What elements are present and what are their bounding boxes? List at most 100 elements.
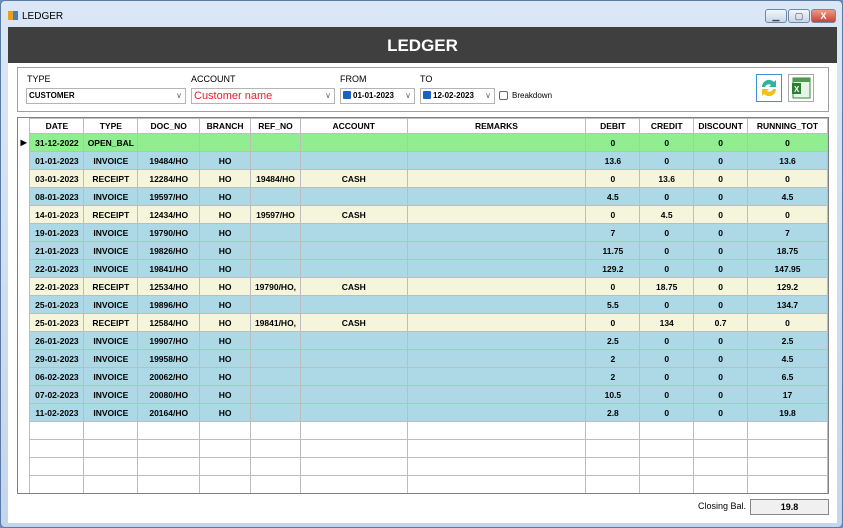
cell-account: CASH: [299, 169, 408, 188]
table-row[interactable]: 14-01-2023 RECEIPT 12434/HO HO 19597/HO CASH 0…: [18, 205, 828, 224]
column-header-remarks[interactable]: REMARKS: [406, 118, 587, 134]
table-row[interactable]: 25-01-2023 RECEIPT 12584/HO HO 19841/HO, CASH…: [18, 313, 828, 332]
maximize-button[interactable]: ▢: [788, 9, 810, 23]
cell-branch: HO: [199, 277, 252, 296]
table-row[interactable]: 08-01-2023 INVOICE 19597/HO HO 4.5 0 0 4.5: [18, 187, 828, 206]
cell-doc-no: 19907/HO: [137, 331, 201, 350]
cell-debit: 2.5: [585, 331, 641, 350]
ledger-grid[interactable]: DATE TYPE DOC_NO BRANCH REF_NO ACCOUNT REMARKS…: [17, 117, 829, 494]
empty-cell: [250, 475, 301, 493]
cell-running-tot: 2.5: [747, 331, 828, 350]
column-header-discount[interactable]: DISCOUNT: [693, 118, 749, 134]
cell-debit: 11.75: [585, 241, 641, 260]
cell-remarks: [406, 403, 587, 422]
breakdown-checkbox[interactable]: [499, 91, 508, 100]
row-indicator: [18, 385, 30, 404]
close-button[interactable]: X: [811, 9, 836, 23]
empty-cell: [29, 439, 85, 458]
empty-cell: [29, 457, 85, 476]
cell-running-tot: 7: [747, 223, 828, 242]
cell-running-tot: 0: [747, 205, 828, 224]
cell-credit: 134: [639, 313, 695, 332]
cell-debit: 0: [585, 205, 641, 224]
excel-icon: X: [792, 77, 811, 99]
refresh-button[interactable]: [756, 74, 782, 102]
cell-ref-no: 19597/HO: [250, 205, 301, 224]
cell-remarks: [406, 187, 587, 206]
column-header-date[interactable]: DATE: [29, 118, 85, 134]
column-header-doc-no[interactable]: DOC_NO: [137, 118, 201, 134]
cell-credit: 0: [639, 187, 695, 206]
column-header-running-tot[interactable]: RUNNING_TOT: [747, 118, 828, 134]
app-icon: [8, 11, 18, 20]
cell-credit: 13.6: [639, 169, 695, 188]
column-header-account[interactable]: ACCOUNT: [299, 118, 408, 134]
cell-branch: HO: [199, 385, 252, 404]
table-row[interactable]: 06-02-2023 INVOICE 20062/HO HO 2 0 0 6.5: [18, 367, 828, 386]
from-value: 01-01-2023: [353, 91, 394, 100]
table-row[interactable]: 22-01-2023 RECEIPT 12534/HO HO 19790/HO, CASH…: [18, 277, 828, 296]
cell-ref-no: [250, 223, 301, 242]
from-date-picker[interactable]: 01-01-2023 ∨: [340, 88, 415, 104]
column-header-credit[interactable]: CREDIT: [639, 118, 695, 134]
cell-credit: 0: [639, 403, 695, 422]
export-excel-button[interactable]: X: [788, 74, 814, 102]
empty-cell: [199, 439, 252, 458]
empty-cell: [747, 475, 828, 493]
cell-type: RECEIPT: [83, 205, 139, 224]
table-row[interactable]: ▶ 31-12-2022 OPEN_BAL 0 0 0 0: [18, 133, 828, 152]
cell-date: 03-01-2023: [29, 169, 85, 188]
empty-cell: [83, 475, 139, 493]
table-row[interactable]: 11-02-2023 INVOICE 20164/HO HO 2.8 0 0 19.8: [18, 403, 828, 422]
cell-type: INVOICE: [83, 259, 139, 278]
cell-branch: HO: [199, 331, 252, 350]
cell-account: [299, 241, 408, 260]
empty-cell: [137, 439, 201, 458]
row-indicator: [18, 223, 30, 242]
cell-remarks: [406, 259, 587, 278]
column-header-ref-no[interactable]: REF_NO: [250, 118, 301, 134]
cell-ref-no: [250, 259, 301, 278]
table-row[interactable]: 25-01-2023 INVOICE 19896/HO HO 5.5 0 0 134.7: [18, 295, 828, 314]
empty-cell: [747, 421, 828, 440]
cell-branch: HO: [199, 367, 252, 386]
table-row[interactable]: 21-01-2023 INVOICE 19826/HO HO 11.75 0 0 18.75: [18, 241, 828, 260]
ledger-window: LEDGER ▁ ▢ X LEDGER TYPE CUSTOMER ∨ ACCOU…: [0, 0, 843, 528]
cell-account: [299, 331, 408, 350]
row-indicator: [18, 349, 30, 368]
type-select[interactable]: CUSTOMER ∨: [26, 88, 186, 104]
table-row[interactable]: 22-01-2023 INVOICE 19841/HO HO 129.2 0 0 147.95: [18, 259, 828, 278]
cell-running-tot: 19.8: [747, 403, 828, 422]
table-row[interactable]: 26-01-2023 INVOICE 19907/HO HO 2.5 0 0 2.5: [18, 331, 828, 350]
cell-debit: 4.5: [585, 187, 641, 206]
cell-branch: HO: [199, 187, 252, 206]
svg-text:X: X: [794, 85, 800, 94]
cell-type: OPEN_BAL: [83, 133, 139, 152]
to-date-picker[interactable]: 12-02-2023 ∨: [420, 88, 495, 104]
from-checkbox[interactable]: [343, 91, 351, 99]
cell-remarks: [406, 151, 587, 170]
table-row[interactable]: 07-02-2023 INVOICE 20080/HO HO 10.5 0 0 17: [18, 385, 828, 404]
cell-credit: 0: [639, 259, 695, 278]
column-header-branch[interactable]: BRANCH: [199, 118, 252, 134]
column-header-debit[interactable]: DEBIT: [585, 118, 641, 134]
minimize-button[interactable]: ▁: [765, 9, 787, 23]
table-row[interactable]: 03-01-2023 RECEIPT 12284/HO HO 19484/HO CASH 0…: [18, 169, 828, 188]
table-row[interactable]: 01-01-2023 INVOICE 19484/HO HO 13.6 0 0 13.6: [18, 151, 828, 170]
table-row[interactable]: 29-01-2023 INVOICE 19958/HO HO 2 0 0 4.5: [18, 349, 828, 368]
chevron-down-icon: ∨: [325, 91, 331, 100]
cell-debit: 5.5: [585, 295, 641, 314]
cell-credit: 0: [639, 241, 695, 260]
empty-cell: [639, 439, 695, 458]
cell-doc-no: [137, 133, 201, 152]
column-header-type[interactable]: TYPE: [83, 118, 139, 134]
cell-doc-no: 20164/HO: [137, 403, 201, 422]
cell-account: CASH: [299, 313, 408, 332]
closing-balance-value: 19.8: [750, 499, 829, 515]
cell-discount: 0.7: [693, 313, 749, 332]
account-select[interactable]: Customer name ∨: [191, 88, 335, 104]
cell-type: RECEIPT: [83, 313, 139, 332]
to-checkbox[interactable]: [423, 91, 431, 99]
table-row[interactable]: 19-01-2023 INVOICE 19790/HO HO 7 0 0 7: [18, 223, 828, 242]
empty-cell: [299, 475, 408, 493]
